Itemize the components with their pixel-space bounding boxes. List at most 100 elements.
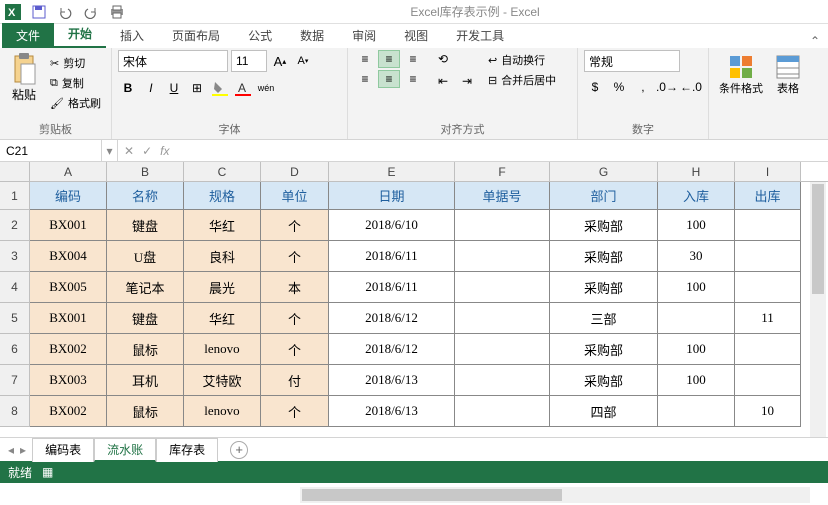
table-cell[interactable] — [735, 272, 801, 303]
row-header[interactable]: 7 — [0, 365, 30, 396]
table-cell[interactable]: 2018/6/12 — [329, 334, 455, 365]
horizontal-scrollbar[interactable] — [300, 487, 810, 503]
table-cell[interactable]: 笔记本 — [107, 272, 184, 303]
table-cell[interactable]: 100 — [658, 272, 735, 303]
font-color-button[interactable]: A — [233, 78, 253, 98]
table-cell[interactable]: 四部 — [550, 396, 658, 427]
table-cell[interactable]: 良科 — [184, 241, 261, 272]
tab-developer[interactable]: 开发工具 — [442, 23, 518, 48]
increase-indent-icon[interactable]: ⇥ — [456, 72, 478, 90]
enter-formula-icon[interactable]: ✓ — [142, 144, 152, 158]
table-cell[interactable]: 11 — [735, 303, 801, 334]
phonetic-button[interactable]: wén — [256, 78, 276, 98]
table-cell[interactable]: 10 — [735, 396, 801, 427]
table-cell[interactable]: 鼠标 — [107, 334, 184, 365]
name-box-dropdown-icon[interactable]: ▾ — [102, 140, 118, 161]
column-header[interactable]: A — [30, 162, 107, 181]
table-header-cell[interactable]: 部门 — [550, 182, 658, 210]
redo-icon[interactable] — [82, 3, 100, 21]
table-cell[interactable]: 采购部 — [550, 241, 658, 272]
row-header[interactable]: 3 — [0, 241, 30, 272]
wrap-text-button[interactable]: ↩自动换行 — [488, 52, 556, 68]
insert-function-icon[interactable]: fx — [160, 144, 169, 158]
table-cell[interactable]: 键盘 — [107, 210, 184, 241]
table-cell[interactable]: 艾特欧 — [184, 365, 261, 396]
table-cell[interactable]: 三部 — [550, 303, 658, 334]
table-cell[interactable] — [735, 210, 801, 241]
macro-record-icon[interactable]: ▦ — [42, 465, 53, 479]
table-cell[interactable]: 华红 — [184, 303, 261, 334]
table-cell[interactable] — [658, 303, 735, 334]
table-cell[interactable]: 华红 — [184, 210, 261, 241]
table-header-cell[interactable]: 单据号 — [455, 182, 550, 210]
table-cell[interactable] — [658, 396, 735, 427]
sheet-nav-next-icon[interactable]: ▸ — [20, 443, 26, 457]
decrease-font-icon[interactable]: A▾ — [293, 51, 313, 71]
table-cell[interactable]: 本 — [261, 272, 329, 303]
row-header[interactable]: 6 — [0, 334, 30, 365]
align-right-icon[interactable]: ≡ — [402, 70, 424, 88]
tab-home[interactable]: 开始 — [54, 21, 106, 48]
table-cell[interactable]: U盘 — [107, 241, 184, 272]
table-cell[interactable]: 2018/6/13 — [329, 365, 455, 396]
table-cell[interactable]: 个 — [261, 334, 329, 365]
accounting-format-icon[interactable]: $ — [584, 77, 606, 97]
vertical-scrollbar[interactable] — [810, 182, 826, 437]
italic-button[interactable]: I — [141, 78, 161, 98]
sheet-tab[interactable]: 库存表 — [156, 438, 218, 462]
collapse-ribbon-icon[interactable]: ⌃ — [802, 34, 828, 48]
table-cell[interactable]: BX005 — [30, 272, 107, 303]
row-header[interactable]: 5 — [0, 303, 30, 334]
table-cell[interactable]: 100 — [658, 365, 735, 396]
table-cell[interactable]: 100 — [658, 334, 735, 365]
column-header[interactable]: C — [184, 162, 261, 181]
bold-button[interactable]: B — [118, 78, 138, 98]
column-header[interactable]: F — [455, 162, 550, 181]
comma-format-icon[interactable]: , — [632, 77, 654, 97]
table-cell[interactable] — [455, 303, 550, 334]
tab-page-layout[interactable]: 页面布局 — [158, 23, 234, 48]
table-cell[interactable]: 2018/6/10 — [329, 210, 455, 241]
table-header-cell[interactable]: 名称 — [107, 182, 184, 210]
align-top-icon[interactable]: ≡ — [354, 50, 376, 68]
table-cell[interactable]: 2018/6/11 — [329, 241, 455, 272]
decrease-indent-icon[interactable]: ⇤ — [432, 72, 454, 90]
table-cell[interactable] — [735, 241, 801, 272]
copy-button[interactable]: ⧉复制 — [46, 74, 105, 92]
font-size-input[interactable] — [231, 50, 267, 72]
formula-input[interactable] — [175, 140, 828, 161]
cut-button[interactable]: ✂剪切 — [46, 54, 105, 72]
sheet-tab[interactable]: 流水账 — [94, 438, 156, 462]
column-header[interactable]: H — [658, 162, 735, 181]
table-cell[interactable] — [455, 365, 550, 396]
table-cell[interactable]: 采购部 — [550, 272, 658, 303]
table-cell[interactable]: lenovo — [184, 334, 261, 365]
table-cell[interactable]: 付 — [261, 365, 329, 396]
number-format-select[interactable] — [584, 50, 680, 72]
increase-font-icon[interactable]: A▴ — [270, 51, 290, 71]
table-cell[interactable]: 2018/6/13 — [329, 396, 455, 427]
tab-view[interactable]: 视图 — [390, 23, 442, 48]
table-cell[interactable] — [735, 365, 801, 396]
undo-icon[interactable] — [56, 3, 74, 21]
table-cell[interactable]: 个 — [261, 241, 329, 272]
table-header-cell[interactable]: 出库 — [735, 182, 801, 210]
decrease-decimal-icon[interactable]: ←.0 — [680, 77, 702, 97]
paste-button[interactable]: 粘贴 — [6, 50, 42, 105]
table-cell[interactable]: 个 — [261, 396, 329, 427]
excel-icon[interactable]: X — [4, 3, 22, 21]
table-header-cell[interactable]: 日期 — [329, 182, 455, 210]
table-cell[interactable]: lenovo — [184, 396, 261, 427]
table-cell[interactable]: 采购部 — [550, 210, 658, 241]
table-cell[interactable]: 30 — [658, 241, 735, 272]
tab-review[interactable]: 审阅 — [338, 23, 390, 48]
table-cell[interactable]: BX004 — [30, 241, 107, 272]
table-cell[interactable]: 键盘 — [107, 303, 184, 334]
row-header[interactable]: 1 — [0, 182, 30, 210]
table-header-cell[interactable]: 规格 — [184, 182, 261, 210]
tab-file[interactable]: 文件 — [2, 23, 54, 48]
new-sheet-button[interactable]: + — [230, 441, 248, 459]
merge-center-button[interactable]: ⊟合并后居中 — [488, 72, 556, 88]
conditional-formatting-button[interactable]: 条件格式 — [715, 50, 767, 100]
table-header-cell[interactable]: 单位 — [261, 182, 329, 210]
